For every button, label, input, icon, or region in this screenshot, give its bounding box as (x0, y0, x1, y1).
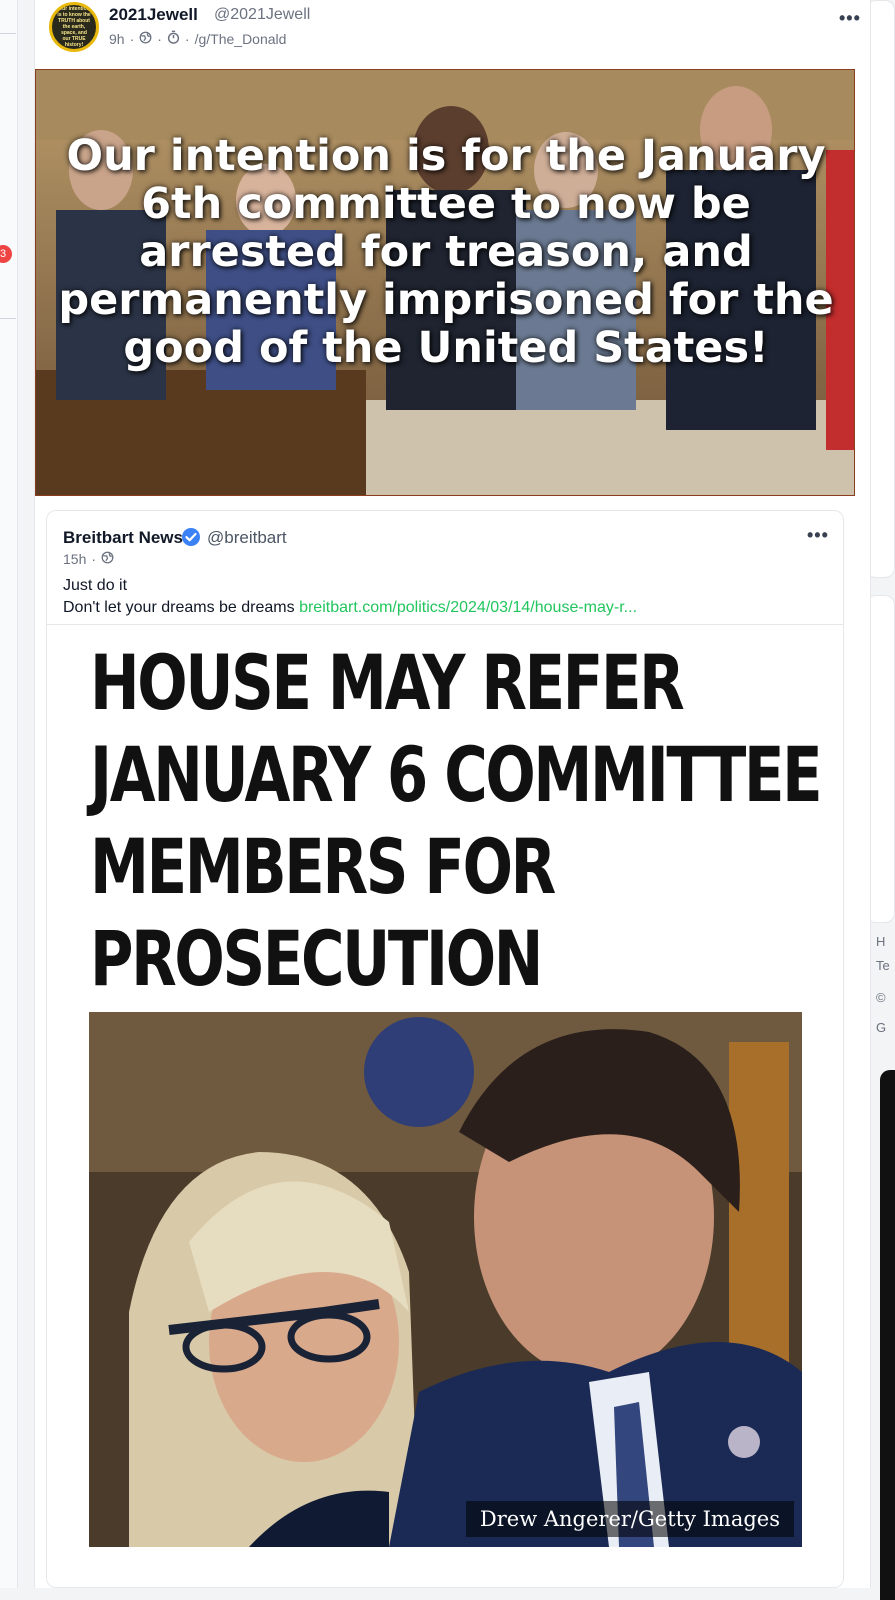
rail-divider (0, 318, 16, 319)
group-link[interactable]: /g/The_Donald (195, 31, 287, 47)
author-handle[interactable]: @2021Jewell (214, 6, 310, 24)
avatar-text: Our intention is to know the TRUTH about… (57, 6, 91, 48)
footer-link[interactable]: H (876, 934, 885, 949)
quoted-post-text: Don't let your dreams be dreams (63, 599, 295, 616)
article-link[interactable]: breitbart.com/politics/2024/03/14/house-… (299, 599, 637, 616)
post-header: Our intention is to know the TRUTH about… (49, 0, 860, 60)
globe-icon (139, 31, 152, 47)
verified-badge-icon (181, 527, 201, 547)
article-headline: HOUSE MAY REFER JANUARY 6 COMMITTEE MEMB… (90, 637, 823, 1005)
meme-caption: Our intention is for the January 6th com… (58, 131, 834, 373)
feed-column: Our intention is to know the TRUTH about… (34, 0, 871, 1588)
quoted-post-text-line2: Don't let your dreams be dreams breitbar… (63, 599, 637, 617)
footer-link[interactable]: Te (876, 958, 890, 973)
post-timestamp[interactable]: 9h (109, 31, 125, 47)
footer-copyright: © (876, 990, 886, 1005)
article-image[interactable]: HOUSE MAY REFER JANUARY 6 COMMITTEE MEMB… (47, 624, 843, 1587)
separator: · (91, 551, 97, 567)
quoted-post-meta: 15h · (63, 551, 114, 567)
rail-divider (0, 33, 16, 34)
quoted-author-name[interactable]: Breitbart News (63, 528, 183, 548)
notification-badge[interactable]: 3 (0, 245, 12, 263)
headline-line: JANUARY 6 COMMITTEE (90, 730, 823, 819)
globe-icon (101, 551, 114, 567)
avatar[interactable]: Our intention is to know the TRUTH about… (49, 2, 99, 52)
post-meta: 9h · · · /g/The_Donald (109, 30, 286, 47)
headline-line: MEMBERS FOR (90, 822, 556, 911)
quoted-post-text: Just do it (63, 577, 128, 594)
author-display-name[interactable]: 2021Jewell (109, 5, 198, 25)
quoted-post-timestamp[interactable]: 15h (63, 551, 86, 567)
timer-icon (167, 30, 180, 47)
separator: · (129, 30, 135, 47)
post-image[interactable]: Our intention is for the January 6th com… (35, 69, 855, 496)
headline-line: PROSECUTION (90, 914, 543, 1003)
left-nav-rail: 3 (0, 0, 18, 1588)
headline-line: HOUSE MAY REFER (90, 638, 685, 727)
article-photo: Drew Angerer/Getty Images (89, 1012, 802, 1547)
more-options-button[interactable]: ••• (839, 8, 861, 29)
separator: · (184, 30, 190, 47)
sidebar-ad-panel (880, 1070, 895, 1600)
quoted-author-handle[interactable]: @breitbart (207, 528, 287, 548)
footer-link[interactable]: G (876, 1020, 886, 1035)
photo-credit: Drew Angerer/Getty Images (465, 1501, 794, 1537)
more-options-button[interactable]: ••• (807, 525, 829, 546)
separator: · (157, 30, 162, 47)
quoted-post[interactable]: Breitbart News @breitbart ••• 15h · Just… (46, 510, 844, 1588)
committee-photo (89, 1012, 802, 1547)
